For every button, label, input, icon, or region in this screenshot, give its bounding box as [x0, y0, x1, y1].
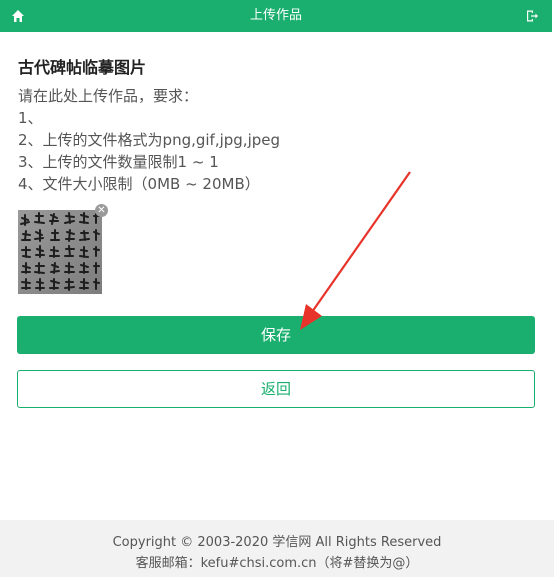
requirement-1: 1、: [18, 109, 43, 127]
requirement-2: 2、上传的文件格式为png,gif,jpg,jpeg: [18, 131, 281, 149]
save-button[interactable]: 保存: [17, 316, 535, 354]
requirement-4: 4、文件大小限制（0MB ~ 20MB）: [18, 175, 260, 193]
requirements-intro: 请在此处上传作品，要求：: [18, 87, 199, 105]
calligraphy-image: [18, 210, 102, 294]
page-title: 上传作品: [249, 8, 302, 23]
requirement-3: 3、上传的文件数量限制1 ~ 1: [18, 153, 219, 171]
section-heading: 古代碑帖临摹图片: [18, 58, 147, 77]
uploaded-image-thumbnail[interactable]: [18, 210, 102, 294]
contact-text: 客服邮箱：kefu#chsi.com.cn（将#替换为@）: [135, 556, 419, 571]
logout-icon[interactable]: [525, 9, 539, 23]
back-button[interactable]: 返回: [17, 370, 535, 408]
copyright-text: Copyright © 2003-2020 学信网 All Rights Res…: [112, 535, 442, 550]
remove-image-icon[interactable]: ✕: [95, 204, 108, 217]
top-bar: 上传作品: [0, 0, 552, 32]
footer: Copyright © 2003-2020 学信网 All Rights Res…: [0, 520, 554, 577]
